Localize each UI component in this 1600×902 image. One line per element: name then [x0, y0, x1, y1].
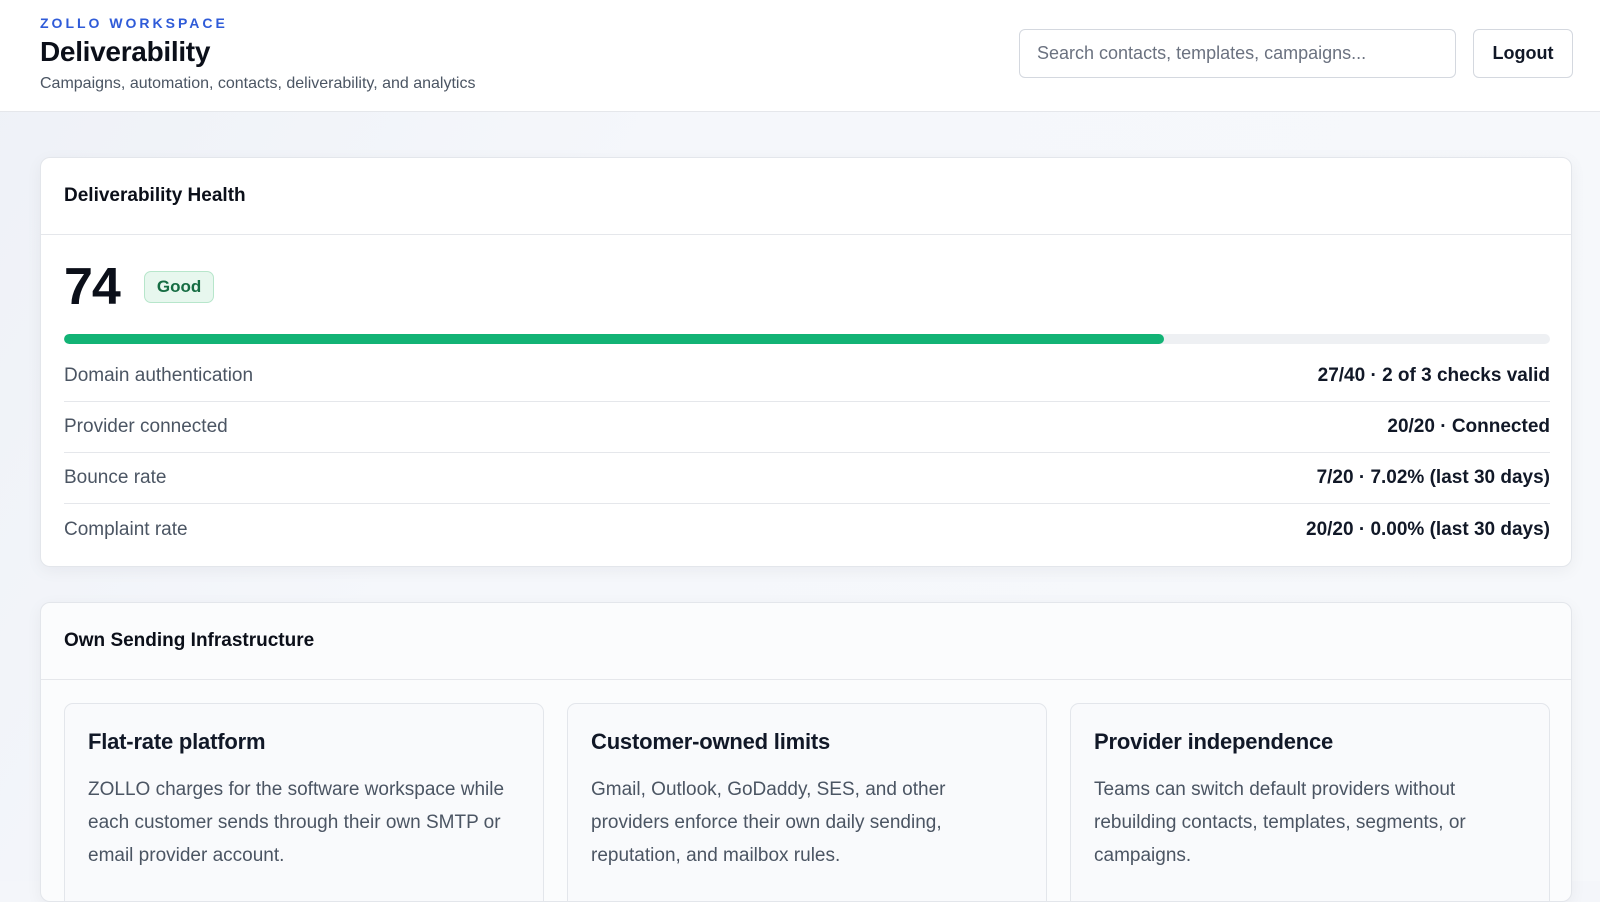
- deliverability-health-card: Deliverability Health 74 Good Domain aut…: [40, 157, 1572, 567]
- feature-description: Teams can switch default providers witho…: [1094, 779, 1466, 866]
- metric-value: 20/20 · Connected: [1387, 416, 1550, 437]
- brand-label: ZOLLO WORKSPACE: [40, 15, 228, 31]
- card-title: Own Sending Infrastructure: [41, 603, 1571, 680]
- metric-label: Provider connected: [64, 416, 228, 437]
- feature-description: ZOLLO charges for the software workspace…: [88, 779, 505, 866]
- health-progress-bar: [64, 334, 1550, 344]
- feature-grid: Flat-rate platform ZOLLO charges for the…: [64, 703, 1550, 901]
- metrics-list: Domain authentication 27/40 · 2 of 3 che…: [64, 351, 1550, 555]
- card-title: Deliverability Health: [41, 158, 1571, 235]
- status-badge: Good: [143, 271, 215, 303]
- score-row: 74 Good: [64, 258, 215, 316]
- metric-value: 7/20 · 7.02% (last 30 days): [1316, 467, 1550, 488]
- metric-label: Bounce rate: [64, 467, 167, 488]
- feature-description: Gmail, Outlook, GoDaddy, SES, and other …: [591, 779, 946, 866]
- metric-label: Complaint rate: [64, 518, 188, 540]
- metric-value: 20/20 · 0.00% (last 30 days): [1306, 518, 1550, 540]
- logout-button[interactable]: Logout: [1473, 29, 1573, 78]
- page-subtitle: Campaigns, automation, contacts, deliver…: [40, 75, 476, 92]
- metric-row-complaint-rate: Complaint rate 20/20 · 0.00% (last 30 da…: [64, 504, 1550, 555]
- metric-row-domain-authentication: Domain authentication 27/40 · 2 of 3 che…: [64, 351, 1550, 402]
- search-input[interactable]: [1019, 29, 1456, 78]
- metric-row-bounce-rate: Bounce rate 7/20 · 7.02% (last 30 days): [64, 453, 1550, 504]
- feature-title: Flat-rate platform: [88, 729, 266, 754]
- health-score: 74: [64, 258, 121, 316]
- health-progress-fill: [64, 334, 1164, 344]
- feature-title: Provider independence: [1094, 729, 1334, 754]
- feature-card-customer-owned-limits: Customer-owned limits Gmail, Outlook, Go…: [567, 703, 1047, 901]
- sending-infrastructure-card: Own Sending Infrastructure Flat-rate pla…: [40, 602, 1572, 902]
- top-bar: ZOLLO WORKSPACE Deliverability Campaigns…: [0, 0, 1600, 112]
- metric-row-provider-connected: Provider connected 20/20 · Connected: [64, 402, 1550, 453]
- metric-value: 27/40 · 2 of 3 checks valid: [1317, 365, 1550, 386]
- feature-card-flat-rate-platform: Flat-rate platform ZOLLO charges for the…: [64, 703, 544, 901]
- feature-card-provider-independence: Provider independence Teams can switch d…: [1070, 703, 1550, 901]
- page-title: Deliverability: [40, 36, 211, 67]
- metric-label: Domain authentication: [64, 365, 254, 386]
- feature-title: Customer-owned limits: [591, 729, 831, 754]
